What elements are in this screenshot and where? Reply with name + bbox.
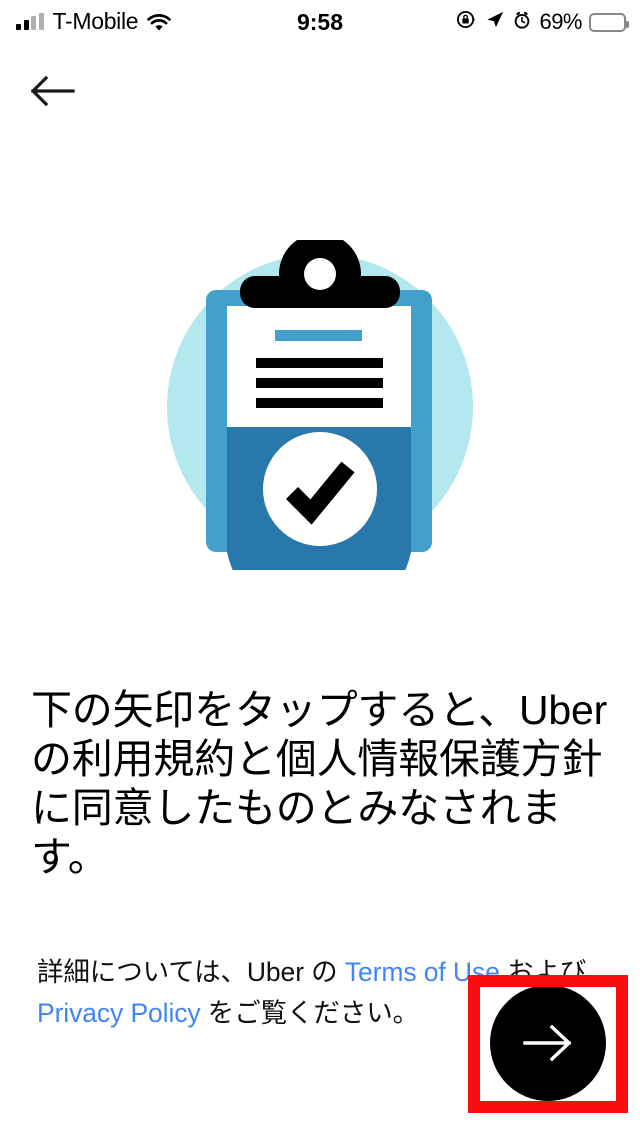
legal-text-part-3: をご覧ください。 <box>200 998 419 1028</box>
battery-percent-label: 69% <box>539 9 582 34</box>
clipboard-checkmark-illustration <box>160 233 480 627</box>
legal-text-part-2: および <box>499 957 587 987</box>
privacy-policy-link[interactable]: Privacy Policy <box>37 998 201 1028</box>
location-arrow-icon <box>484 9 505 35</box>
page-title: 下の矢印をタップすると、Uber の利用規約と個人情報保護方針に同意したものとみ… <box>31 687 608 880</box>
battery-icon <box>589 12 629 32</box>
legal-text-part-1: 詳細については、Uber の <box>37 957 345 987</box>
arrow-right-icon <box>523 1024 572 1062</box>
status-bar-right: 69% <box>456 9 629 35</box>
next-button[interactable] <box>490 985 606 1101</box>
back-button[interactable] <box>18 62 88 120</box>
back-arrow-icon <box>30 75 75 107</box>
terms-of-use-link[interactable]: Terms of Use <box>345 957 500 987</box>
status-bar: T-Mobile 9:58 69% <box>0 0 640 44</box>
alarm-clock-icon <box>512 10 532 35</box>
rotation-lock-icon <box>456 9 477 35</box>
